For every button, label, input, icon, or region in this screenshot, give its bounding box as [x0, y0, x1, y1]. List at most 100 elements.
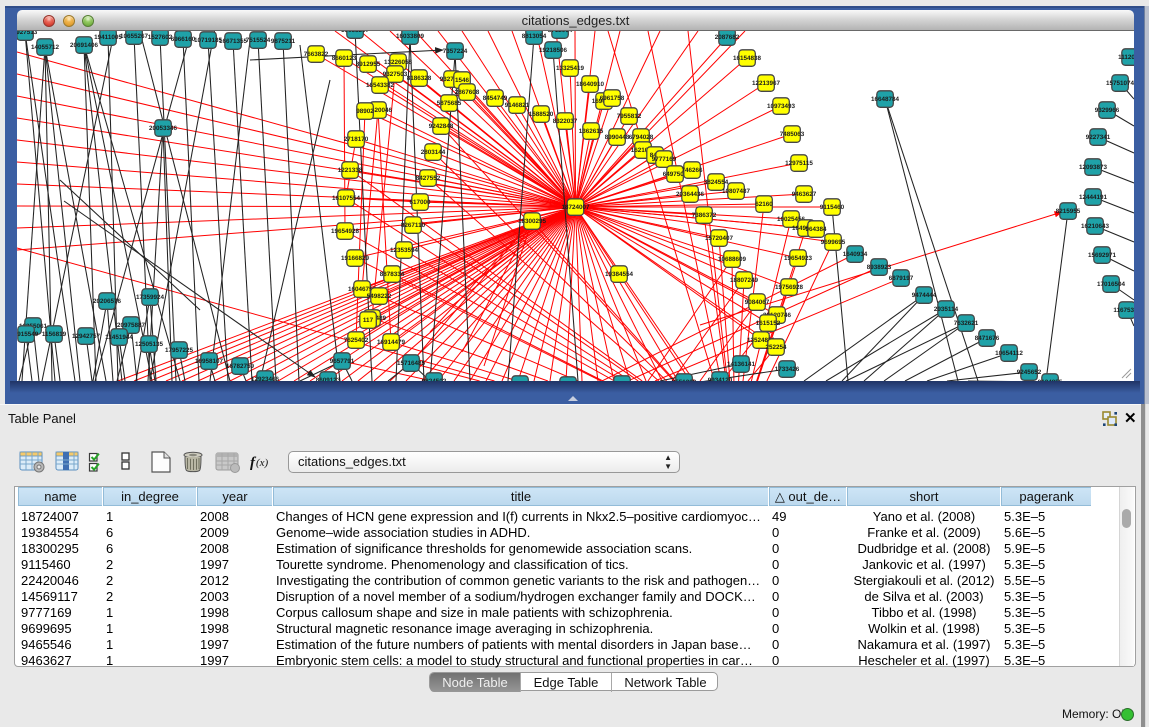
svg-text:9134855: 9134855	[1038, 379, 1063, 381]
svg-text:8712004: 8712004	[548, 31, 573, 34]
svg-text:5875685: 5875685	[437, 100, 462, 107]
svg-text:19756928: 19756928	[775, 284, 804, 291]
svg-text:1588520: 1588520	[529, 111, 554, 118]
svg-text:2803144: 2803144	[421, 149, 446, 156]
svg-text:16782759: 16782759	[226, 363, 255, 370]
svg-text:8186328: 8186328	[407, 75, 432, 82]
svg-text:9115460: 9115460	[820, 204, 845, 211]
svg-text:16671355: 16671355	[219, 38, 248, 45]
svg-text:12975115: 12975115	[785, 160, 813, 167]
svg-text:1156819: 1156819	[42, 331, 67, 338]
svg-text:12353594: 12353594	[390, 247, 419, 254]
svg-text:8454749: 8454749	[483, 95, 508, 102]
svg-text:14055712: 14055712	[31, 44, 60, 51]
svg-text:20053346: 20053346	[149, 125, 178, 132]
svg-text:617000: 617000	[409, 199, 431, 206]
svg-text:19384554: 19384554	[605, 271, 634, 278]
svg-text:12942757: 12942757	[72, 333, 101, 340]
svg-text:18807249: 18807249	[730, 277, 759, 284]
svg-text:13226058: 13226058	[384, 59, 413, 66]
svg-text:9463627: 9463627	[792, 191, 817, 198]
svg-text:98902: 98902	[356, 108, 374, 115]
svg-text:7357224: 7357224	[443, 48, 468, 55]
svg-text:8551209: 8551209	[672, 379, 697, 381]
svg-text:9657791: 9657791	[330, 358, 355, 365]
svg-text:62160: 62160	[755, 201, 773, 208]
svg-text:17957225: 17957225	[165, 347, 194, 354]
svg-text:8912955: 8912955	[356, 61, 381, 68]
svg-text:7632621: 7632621	[954, 320, 979, 327]
svg-text:3824554: 3824554	[704, 179, 729, 186]
svg-text:10958107: 10958107	[195, 358, 224, 365]
svg-text:9875211: 9875211	[271, 38, 296, 45]
svg-text:8427552: 8427552	[416, 175, 441, 182]
svg-text:5498222: 5498222	[367, 293, 392, 300]
svg-text:16154838: 16154838	[733, 55, 762, 62]
svg-text:746266: 746266	[681, 167, 703, 174]
svg-text:964384: 964384	[805, 226, 827, 233]
svg-text:8878334: 8878334	[380, 271, 405, 278]
svg-text:12213967: 12213967	[752, 80, 781, 87]
svg-text:17016504: 17016504	[1097, 281, 1126, 288]
svg-text:10654112: 10654112	[995, 350, 1023, 357]
svg-text:1640934: 1640934	[843, 251, 868, 258]
svg-text:16914479: 16914479	[377, 339, 406, 346]
svg-text:14136141: 14136141	[727, 361, 756, 368]
svg-text:8215955: 8215955	[1056, 208, 1081, 215]
svg-text:18300295: 18300295	[518, 218, 547, 225]
svg-text:8322037: 8322037	[553, 118, 578, 125]
svg-text:1221338: 1221338	[338, 167, 363, 174]
svg-text:1362615: 1362615	[579, 128, 604, 135]
svg-text:10655267: 10655267	[120, 33, 149, 40]
svg-text:19654923: 19654923	[784, 255, 813, 262]
svg-text:10633267: 10633267	[341, 31, 370, 34]
svg-text:2935114: 2935114	[934, 306, 959, 313]
svg-text:252254: 252254	[765, 344, 787, 351]
svg-text:7625402: 7625402	[344, 337, 369, 344]
svg-text:6961758: 6961758	[600, 95, 625, 102]
svg-text:11451944: 11451944	[105, 334, 133, 341]
svg-text:12923466: 12923466	[251, 376, 280, 381]
svg-text:17359924: 17359924	[136, 294, 165, 301]
svg-text:12444191: 12444191	[1079, 194, 1108, 201]
svg-text:18640910: 18640910	[576, 81, 605, 88]
svg-text:9329966: 9329966	[1095, 107, 1120, 114]
svg-text:9474444: 9474444	[912, 292, 937, 299]
svg-text:9242848: 9242848	[429, 123, 454, 130]
svg-text:11675311: 11675311	[1113, 307, 1134, 314]
svg-text:12093873: 12093873	[1079, 164, 1108, 171]
svg-text:18724007: 18724007	[561, 204, 590, 211]
svg-text:2867608: 2867608	[455, 89, 480, 96]
svg-text:9084067: 9084067	[745, 299, 770, 306]
svg-text:9245652: 9245652	[1017, 369, 1042, 376]
svg-text:16543382: 16543382	[366, 82, 395, 89]
svg-text:3915549: 3915549	[17, 331, 39, 338]
svg-text:16648784: 16648784	[871, 96, 900, 103]
svg-text:6879197: 6879197	[889, 275, 914, 282]
svg-text:9824502: 9824502	[422, 378, 447, 381]
svg-text:7485063: 7485063	[780, 131, 805, 138]
svg-text:16033809: 16033809	[396, 33, 425, 40]
svg-text:117: 117	[363, 317, 374, 324]
svg-text:1112003: 1112003	[1118, 54, 1134, 61]
svg-text:1927513: 1927513	[17, 31, 38, 36]
svg-text:2718170: 2718170	[344, 136, 369, 143]
svg-text:7386372: 7386372	[692, 212, 717, 219]
svg-text:1615152: 1615152	[756, 320, 781, 327]
svg-text:8267110: 8267110	[401, 222, 426, 229]
svg-text:8813054: 8813054	[522, 33, 547, 40]
svg-text:16107554: 16107554	[332, 195, 361, 202]
svg-text:9934120: 9934120	[708, 377, 733, 381]
svg-text:19654928: 19654928	[331, 228, 360, 235]
svg-text:6794028: 6794028	[629, 134, 654, 141]
svg-text:9227341: 9227341	[1086, 134, 1111, 141]
svg-text:10807487: 10807487	[722, 188, 751, 195]
svg-text:(x): (x)	[256, 457, 269, 469]
svg-text:1527602: 1527602	[148, 34, 173, 41]
svg-text:8938923: 8938923	[867, 264, 892, 271]
svg-text:10688609: 10688609	[718, 256, 747, 263]
svg-text:1733426: 1733426	[775, 366, 800, 373]
svg-text:7515524: 7515524	[246, 37, 271, 44]
svg-text:20691406: 20691406	[70, 42, 99, 49]
svg-text:13325419: 13325419	[556, 65, 585, 72]
